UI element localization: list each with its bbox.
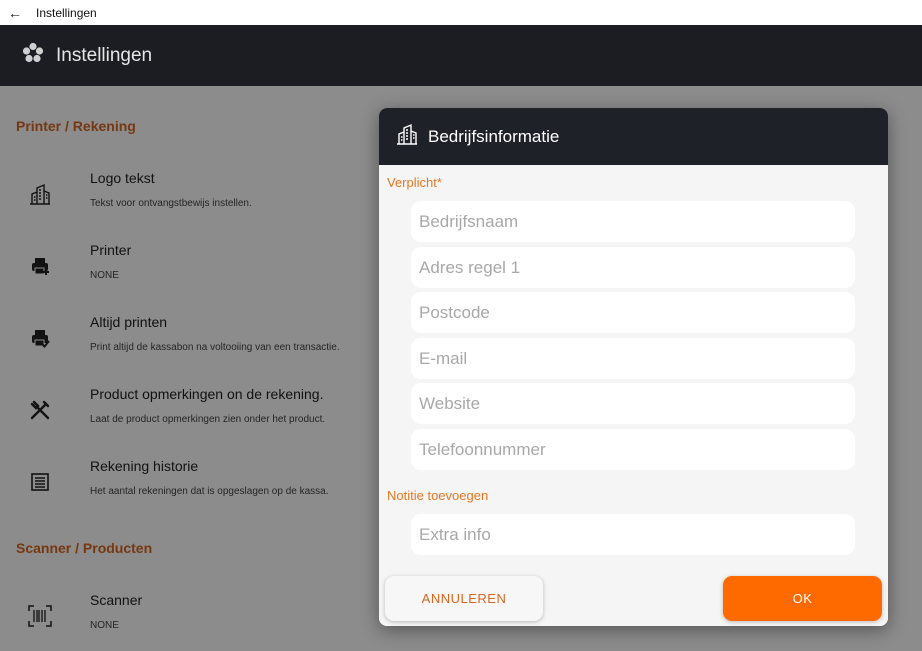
website-input[interactable] — [411, 383, 855, 424]
email-input[interactable] — [411, 338, 855, 379]
building-icon — [395, 122, 419, 151]
back-arrow-icon[interactable]: ← — [0, 0, 30, 25]
page-title: Instellingen — [56, 44, 153, 66]
dialog-body: Verplicht* Notitie toevoegen — [379, 165, 888, 626]
company-name-input[interactable] — [411, 201, 855, 242]
dialog-title: Bedrijfsinformatie — [428, 126, 560, 146]
cancel-button[interactable]: ANNULEREN — [385, 576, 543, 621]
note-label: Notitie toevoegen — [387, 488, 489, 503]
window-title: Instellingen — [36, 5, 97, 20]
ok-button[interactable]: OK — [723, 576, 882, 621]
phone-input[interactable] — [411, 429, 855, 470]
extra-info-input[interactable] — [411, 514, 855, 555]
window-titlebar: ← Instellingen — [0, 0, 922, 25]
flower-logo-icon — [22, 42, 44, 69]
company-info-dialog: Bedrijfsinformatie Verplicht* Notitie to… — [379, 108, 888, 626]
required-label: Verplicht* — [387, 175, 442, 190]
address-line-1-input[interactable] — [411, 247, 855, 288]
dialog-header: Bedrijfsinformatie — [379, 108, 888, 165]
postcode-input[interactable] — [411, 292, 855, 333]
app-header: Instellingen — [0, 25, 922, 86]
